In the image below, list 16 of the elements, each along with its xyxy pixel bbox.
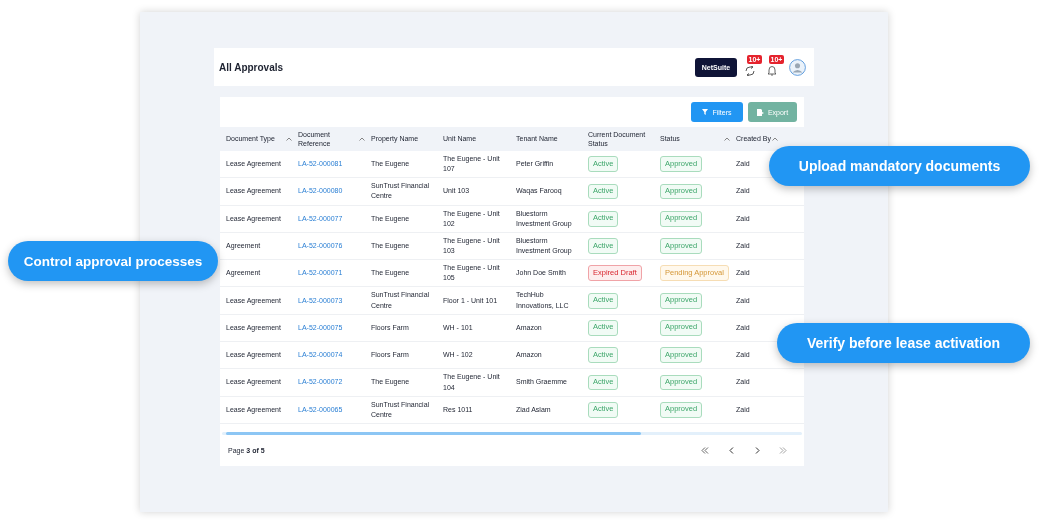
page-title: All Approvals (219, 61, 285, 73)
first-page-icon[interactable] (701, 446, 709, 454)
callout-label: Control approval processes (8, 241, 218, 281)
bell-icon[interactable] (767, 65, 777, 76)
sort-icon[interactable] (286, 137, 292, 141)
callout-label: Upload mandatory documents (769, 146, 1030, 186)
export-icon (756, 108, 764, 116)
filter-icon (702, 109, 709, 115)
sort-icon[interactable] (359, 137, 365, 141)
callout-label: Verify before lease activation (777, 323, 1030, 363)
previous-page-icon[interactable] (728, 446, 734, 454)
sort-icon[interactable] (772, 137, 778, 141)
next-page-icon[interactable] (754, 446, 760, 454)
avatar-icon[interactable] (789, 58, 806, 76)
sort-icon[interactable] (724, 137, 730, 141)
scrollbar[interactable] (222, 431, 802, 435)
